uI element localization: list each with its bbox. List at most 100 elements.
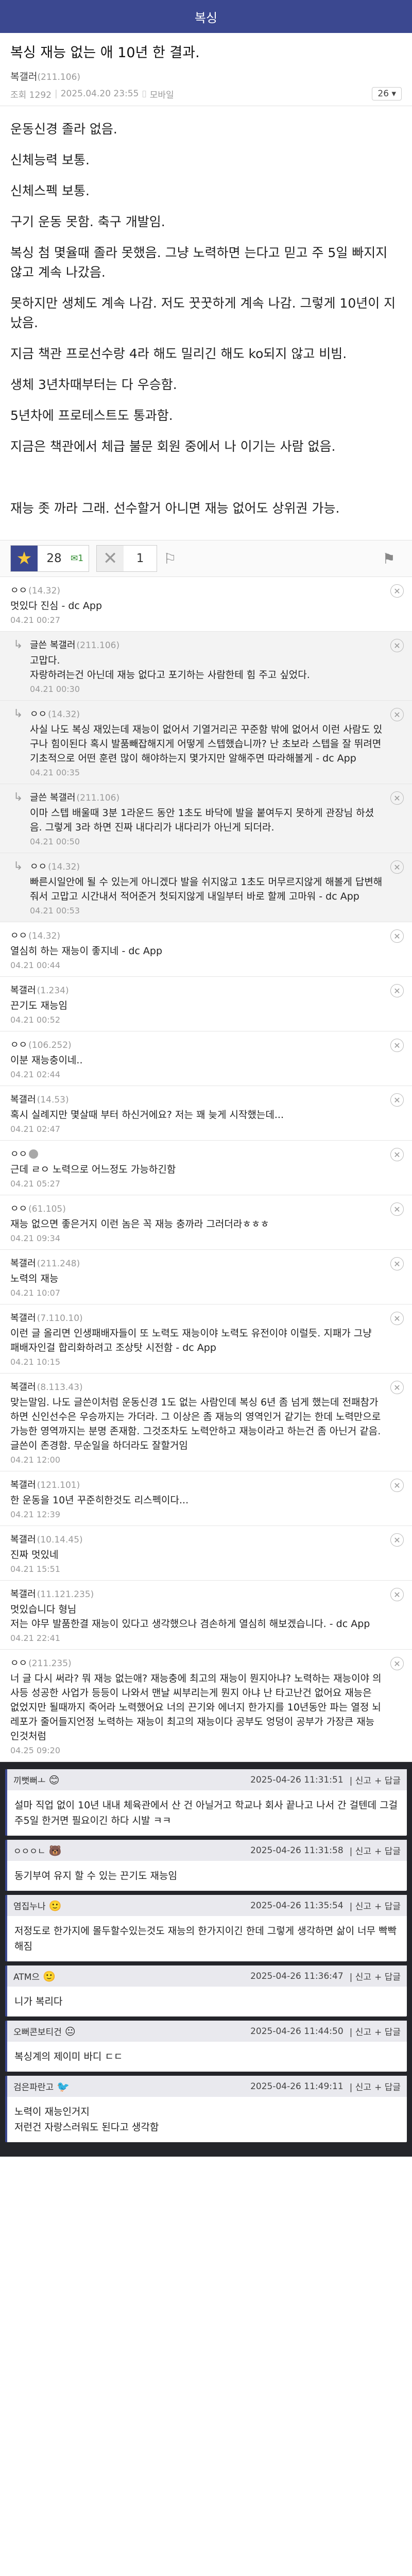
comment-author[interactable]: ㅇㅇ (14.32) — [10, 583, 383, 597]
comment-author[interactable]: ㅇㅇ (14.32) — [10, 928, 383, 942]
delete-comment-icon[interactable]: ✕ — [390, 1479, 404, 1492]
reply-button[interactable]: + 답글 — [374, 1773, 401, 1786]
delete-comment-icon[interactable]: ✕ — [390, 1312, 404, 1325]
comment-nick[interactable]: 복갤러 — [10, 1382, 36, 1393]
post-paragraph: 5년차에 프로테스트도 통과함. — [10, 408, 173, 423]
delete-comment-icon[interactable]: ✕ — [390, 929, 404, 943]
reply-button[interactable]: + 답글 — [374, 2025, 401, 2038]
reply-button[interactable]: + 답글 — [374, 1899, 401, 1912]
comment-nick[interactable]: 복갤러 — [10, 1258, 36, 1269]
comment-text: 재능 없으면 좋은거지 이런 놈은 꼭 재능 충까라 그러더라ㅎㅎㅎ — [10, 1218, 269, 1230]
community-comment-text: 노력이 재능인거지 저런건 자랑스러워도 된다고 생각함 — [14, 2106, 159, 2133]
comment-date: 04.21 15:51 — [10, 1564, 60, 1574]
comment-author[interactable]: 복갤러 (10.14.45) — [10, 1532, 383, 1546]
comment-author[interactable]: 복갤러 (7.110.10) — [10, 1311, 383, 1324]
downvote-box[interactable]: ✕ 1 — [96, 545, 158, 572]
post-author[interactable]: 복갤러(211.106) — [10, 69, 402, 83]
community-nick[interactable]: 오뻐콘보티건 — [13, 2025, 62, 2038]
comment-author[interactable]: 복갤러 (11.121.235) — [10, 1587, 383, 1600]
community-nick[interactable]: 염집누나 — [13, 1899, 46, 1912]
comment-author[interactable]: ㅇㅇ (14.32) — [30, 707, 383, 720]
close-icon[interactable]: ✕ — [97, 546, 124, 571]
comment-nick[interactable]: 글쓴 복갤러 — [30, 792, 76, 803]
report-button[interactable]: | 신고 — [350, 1773, 371, 1786]
community-nick[interactable]: ㅇㅇㅇㄴ — [13, 1844, 46, 1857]
post-title: 복싱 재능 없는 애 10년 한 결과. — [10, 45, 200, 61]
comment-nick[interactable]: ㅇㅇ — [30, 709, 47, 720]
community-comment-header: 염집누나 🙂 2025-04-26 11:35:54 | 신고 + 답글 — [7, 1895, 407, 1916]
comment-nick[interactable]: 복갤러 — [10, 985, 36, 996]
comment-author[interactable]: 복갤러 (211.248) — [10, 1256, 383, 1269]
downvote-count: 1 — [136, 552, 144, 565]
avatar-icon: 🐦 — [57, 2080, 70, 2093]
comment-nick[interactable]: ㅇㅇ — [30, 861, 47, 872]
star-icon[interactable]: ★ — [11, 546, 38, 571]
comment: ㅇㅇ (14.32) 열심히 하는 재능이 좋지네 - dc App 04.21 00… — [0, 922, 412, 977]
post-datetime: 2025.04.20 23:55 — [60, 89, 139, 99]
comment-nick[interactable]: ㅇㅇ — [10, 585, 27, 596]
comment-ip: (121.101) — [37, 1480, 80, 1490]
report-button[interactable]: | 신고 — [350, 2080, 371, 2093]
comment-author[interactable]: 복갤러 (1.234) — [10, 983, 383, 996]
comment-author[interactable]: ㅇㅇ — [10, 1147, 383, 1160]
delete-comment-icon[interactable]: ✕ — [390, 1257, 404, 1270]
comment-nick[interactable]: ㅇㅇ — [10, 930, 27, 941]
comment-author[interactable]: 글쓴 복갤러 (211.106) — [30, 790, 383, 804]
comment-author[interactable]: ㅇㅇ (106.252) — [10, 1038, 383, 1051]
delete-comment-icon[interactable]: ✕ — [390, 1148, 404, 1161]
bookmark-outline-icon[interactable]: ⚑ — [376, 545, 402, 572]
comment: 복갤러 (8.113.43) 맞는말임. 나도 글쓴이처럼 운동신경 1도 없는 사… — [0, 1374, 412, 1471]
delete-comment-icon[interactable]: ✕ — [390, 708, 404, 721]
comment-nick[interactable]: 복갤러 — [10, 1534, 36, 1545]
comment-author[interactable]: ㅇㅇ (211.235) — [10, 1656, 383, 1669]
delete-comment-icon[interactable]: ✕ — [390, 1588, 404, 1601]
comment-nick[interactable]: 복갤러 — [10, 1094, 36, 1105]
comment-author[interactable]: 복갤러 (8.113.43) — [10, 1380, 383, 1393]
reply-button[interactable]: + 답글 — [374, 1844, 401, 1857]
comment-ip: (1.234) — [37, 986, 69, 996]
comment-author[interactable]: 글쓴 복갤러 (211.106) — [30, 638, 383, 651]
delete-comment-icon[interactable]: ✕ — [390, 1657, 404, 1670]
comment-ip: (14.32) — [48, 862, 80, 872]
comment-nick[interactable]: ㅇㅇ — [10, 1204, 27, 1214]
delete-comment-icon[interactable]: ✕ — [390, 984, 404, 997]
report-button[interactable]: | 신고 — [350, 1970, 371, 1982]
comment-author[interactable]: 복갤러 (14.53) — [10, 1092, 383, 1106]
comment-nick[interactable]: ㅇㅇ — [10, 1040, 27, 1050]
reply-button[interactable]: + 답글 — [374, 1970, 401, 1982]
delete-comment-icon[interactable]: ✕ — [390, 791, 404, 805]
delete-comment-icon[interactable]: ✕ — [390, 1533, 404, 1547]
gallery-title[interactable]: 복싱 — [195, 8, 217, 26]
comment-nick[interactable]: 복갤러 — [10, 1480, 36, 1490]
reply-arrow-icon: ↳ — [13, 860, 23, 873]
report-button[interactable]: | 신고 — [350, 1844, 371, 1857]
delete-comment-icon[interactable]: ✕ — [390, 1039, 404, 1052]
reply-button[interactable]: + 답글 — [374, 2080, 401, 2093]
bookmark-icon[interactable]: ⚐ — [157, 545, 183, 572]
comment-nick[interactable]: ㅇㅇ — [10, 1149, 27, 1160]
upvote-box[interactable]: ★ 28 ✉1 — [10, 545, 90, 572]
delete-comment-icon[interactable]: ✕ — [390, 1202, 404, 1216]
report-button[interactable]: | 신고 — [350, 1899, 371, 1912]
delete-comment-icon[interactable]: ✕ — [390, 1381, 404, 1394]
comment-author[interactable]: ㅇㅇ (61.105) — [10, 1201, 383, 1215]
community-nick[interactable]: 끼뻣뻐ㅗ — [13, 1773, 46, 1786]
comment-nick[interactable]: 복갤러 — [10, 1589, 36, 1600]
comment-nick[interactable]: ㅇㅇ — [10, 1658, 27, 1669]
community-time: 2025-04-26 11:49:11 — [250, 2081, 344, 2092]
report-button[interactable]: | 신고 — [350, 2025, 371, 2038]
author-name[interactable]: 복갤러 — [10, 71, 37, 82]
comment-nick[interactable]: 글쓴 복갤러 — [30, 640, 76, 651]
delete-comment-icon[interactable]: ✕ — [390, 1093, 404, 1107]
community-nick[interactable]: 검은파란고 — [13, 2080, 54, 2093]
delete-comment-icon[interactable]: ✕ — [390, 860, 404, 874]
comment-ip: (211.235) — [28, 1658, 72, 1669]
comment-nick[interactable]: 복갤러 — [10, 1313, 36, 1324]
comment-author[interactable]: ㅇㅇ (14.32) — [30, 859, 383, 873]
delete-comment-icon[interactable]: ✕ — [390, 584, 404, 598]
comment-author[interactable]: 복갤러 (121.101) — [10, 1478, 383, 1491]
reply-count-button[interactable]: 26 ▾ — [372, 87, 402, 100]
delete-comment-icon[interactable]: ✕ — [390, 639, 404, 652]
comment-date: 04.21 00:50 — [30, 837, 80, 846]
community-nick[interactable]: ATM으 — [13, 1970, 40, 1982]
